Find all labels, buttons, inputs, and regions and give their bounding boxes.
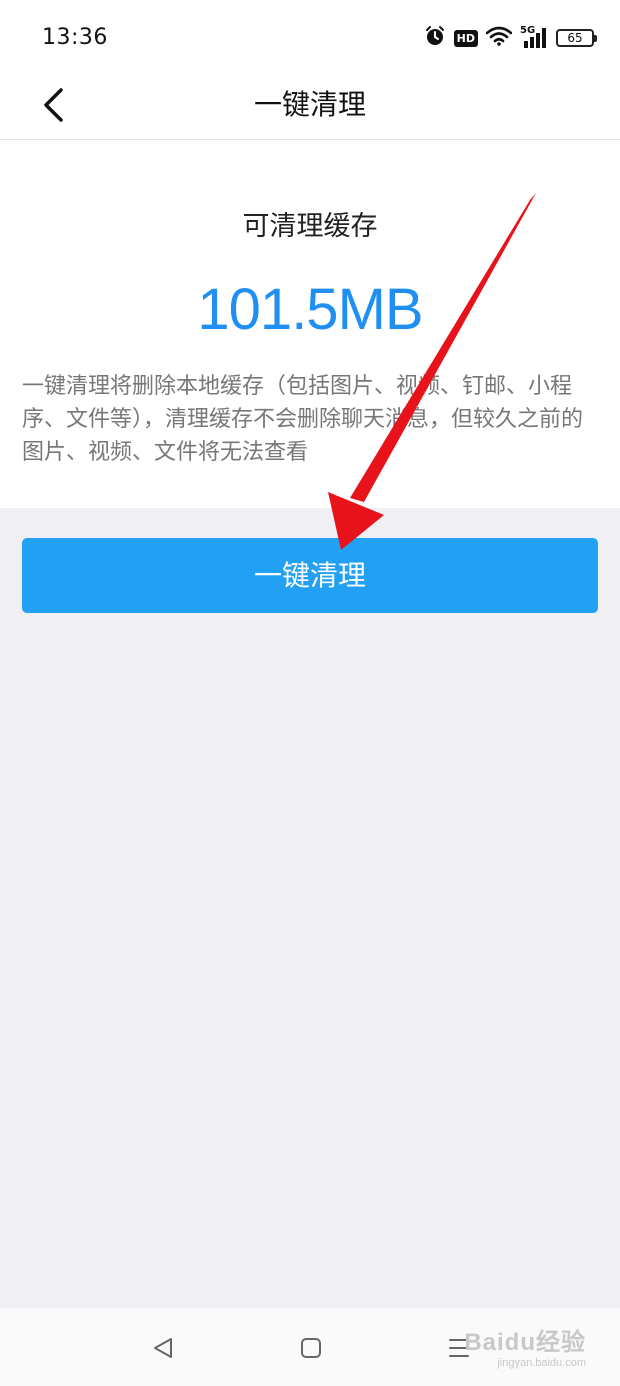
cache-label: 可清理缓存 bbox=[242, 211, 378, 242]
battery-icon: 65 bbox=[556, 29, 597, 47]
square-home-icon bbox=[301, 1338, 321, 1358]
watermark: Baidu经验 jingyan.baidu.com bbox=[464, 1322, 586, 1369]
wifi-icon bbox=[485, 26, 513, 50]
clean-button[interactable]: 一键清理 bbox=[22, 538, 598, 613]
status-time: 13:36 bbox=[42, 25, 108, 50]
cache-description: 一键清理将删除本地缓存（包括图片、视频、钉邮、小程序、文件等），清理缓存不会删除… bbox=[22, 374, 584, 465]
page-title: 一键清理 bbox=[253, 88, 366, 121]
hd-icon: HD bbox=[453, 29, 478, 47]
watermark-sub: jingyan.baidu.com bbox=[497, 1357, 586, 1369]
nav-bar: 一键清理 bbox=[0, 70, 620, 140]
alarm-icon bbox=[424, 25, 446, 51]
system-back-button[interactable] bbox=[143, 1328, 183, 1368]
cache-size: 101.5MB bbox=[197, 277, 423, 342]
system-nav-bar: Baidu经验 jingyan.baidu.com bbox=[0, 1308, 620, 1386]
cache-info-card: 可清理缓存 101.5MB 一键清理将删除本地缓存（包括图片、视频、钉邮、小程序… bbox=[0, 140, 620, 508]
status-icons: HD 5G 65 bbox=[424, 24, 598, 52]
status-bar: 13:36 HD 5G 65 bbox=[0, 0, 620, 70]
signal-5g-icon: 5G bbox=[520, 25, 548, 49]
watermark-main: Baidu经验 bbox=[464, 1329, 586, 1356]
system-home-button[interactable] bbox=[291, 1328, 331, 1368]
triangle-back-icon bbox=[154, 1338, 172, 1358]
